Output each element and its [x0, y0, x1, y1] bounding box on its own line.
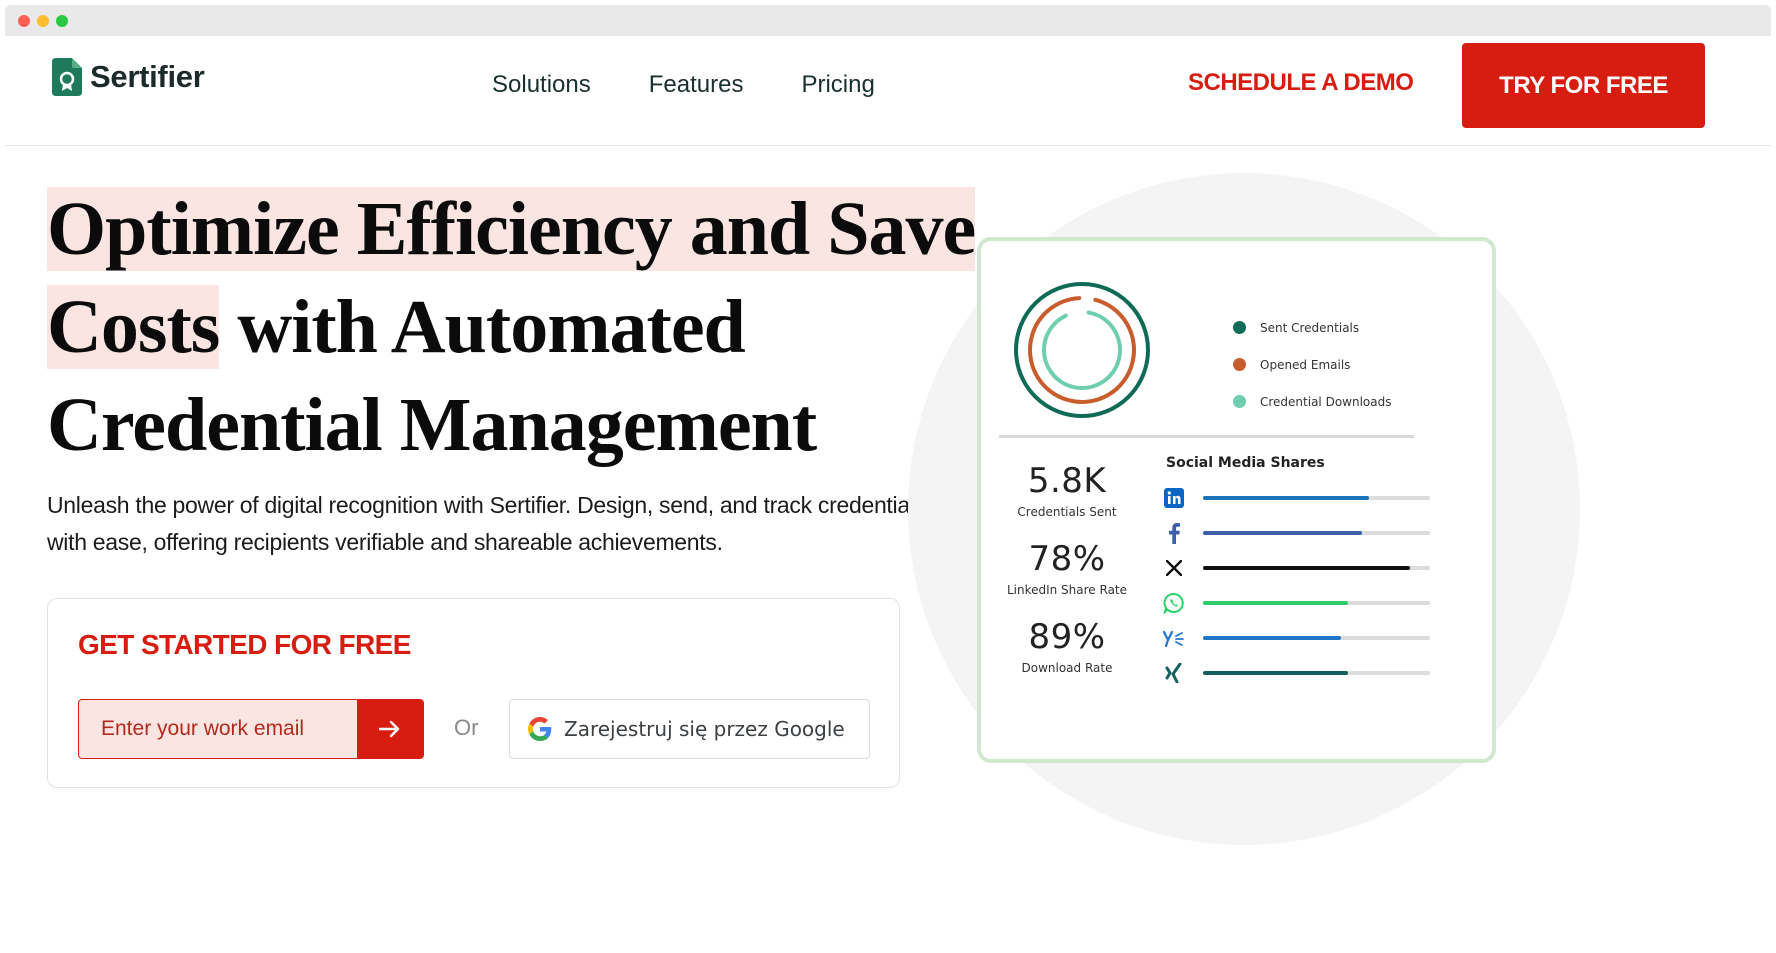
share-bar-track	[1203, 566, 1430, 570]
facebook-icon	[1161, 520, 1187, 546]
hero-subtitle: Unleash the power of digital recognition…	[47, 487, 947, 561]
email-input[interactable]	[79, 700, 359, 758]
chart-legend: Sent Credentials Opened Emails Credentia…	[1233, 309, 1391, 420]
hero-title-line-3: Credential Management	[47, 383, 817, 467]
share-bar-fill	[1203, 636, 1342, 640]
legend-sent-credentials: Sent Credentials	[1233, 309, 1391, 346]
email-form	[78, 699, 424, 759]
legend-opened-emails: Opened Emails	[1233, 346, 1391, 383]
legend-dot	[1233, 321, 1246, 334]
x-icon	[1161, 555, 1187, 581]
stat-credentials-sent: 5.8K Credentials Sent	[987, 461, 1147, 519]
schedule-demo-link[interactable]: SCHEDULE A DEMO	[1188, 69, 1414, 97]
close-window-button[interactable]	[18, 15, 30, 27]
nav-solutions[interactable]: Solutions	[492, 71, 591, 99]
hero-title-line-2: with Automated	[219, 285, 745, 369]
donut-rings-chart	[1014, 282, 1150, 418]
stat-value: 89%	[1028, 617, 1106, 657]
hero-title: Optimize Efficiency and Save Costs with …	[47, 180, 976, 474]
stat-label: LinkedIn Share Rate	[1006, 583, 1128, 597]
nav-features[interactable]: Features	[649, 71, 744, 99]
share-bar-track	[1203, 671, 1430, 675]
google-signup-button[interactable]: Zarejestruj się przez Google	[509, 699, 870, 759]
share-row-xing	[1161, 660, 1441, 686]
try-for-free-button[interactable]: TRY FOR FREE	[1462, 43, 1705, 128]
minimize-window-button[interactable]	[37, 15, 49, 27]
brand-name: Sertifier	[90, 59, 205, 94]
share-bar-track	[1203, 636, 1430, 640]
legend-dot	[1233, 358, 1246, 371]
share-row-yammer	[1161, 625, 1441, 651]
share-row-facebook	[1161, 520, 1441, 546]
google-icon	[528, 717, 552, 741]
legend-label: Opened Emails	[1260, 357, 1351, 372]
share-bar-fill	[1203, 496, 1369, 500]
brand-logo[interactable]: Sertifier	[52, 58, 205, 96]
stat-label: Download Rate	[1021, 661, 1113, 675]
hero-subtitle-line-1: Unleash the power of digital recognition…	[47, 492, 926, 518]
share-bar-fill	[1203, 671, 1349, 675]
share-bar-track	[1203, 601, 1430, 605]
site-header: Sertifier Solutions Features Pricing SCH…	[5, 36, 1771, 146]
share-bar-fill	[1203, 601, 1349, 605]
share-row-whatsapp	[1161, 590, 1441, 616]
google-signup-label: Zarejestruj się przez Google	[564, 717, 845, 741]
legend-dot	[1233, 395, 1246, 408]
legend-credential-downloads: Credential Downloads	[1233, 383, 1391, 420]
xing-icon	[1161, 660, 1187, 686]
opened-emails-ring	[1028, 296, 1136, 404]
certificate-logo-icon	[52, 58, 82, 96]
credential-downloads-ring	[1042, 310, 1122, 390]
share-row-x	[1161, 555, 1441, 581]
hero-title-highlight-1: Optimize Efficiency and Save	[47, 187, 976, 271]
yammer-icon	[1161, 625, 1187, 651]
hero-subtitle-line-2: with ease, offering recipients verifiabl…	[47, 529, 723, 555]
legend-label: Credential Downloads	[1260, 394, 1392, 409]
share-bar-track	[1203, 531, 1430, 535]
or-separator: Or	[454, 715, 479, 740]
social-shares-title: Social Media Shares	[1166, 455, 1325, 471]
linkedin-icon	[1161, 485, 1187, 511]
legend-label: Sent Credentials	[1260, 320, 1360, 335]
window-titlebar	[5, 5, 1771, 36]
dashboard-divider	[999, 435, 1414, 438]
arrow-right-icon	[379, 720, 400, 738]
dashboard-card: Sent Credentials Opened Emails Credentia…	[977, 237, 1496, 763]
email-submit-button[interactable]	[357, 700, 423, 758]
hero-title-highlight-2: Costs	[47, 285, 220, 369]
signup-card: GET STARTED FOR FREE Or Zarejestruj się …	[47, 598, 900, 788]
nav-pricing[interactable]: Pricing	[801, 71, 874, 99]
stat-download-rate: 89% Download Rate	[987, 617, 1147, 675]
share-bar-fill	[1203, 566, 1410, 570]
share-bar-track	[1203, 496, 1430, 500]
stat-value: 78%	[1028, 539, 1106, 579]
share-bar-fill	[1203, 531, 1362, 535]
stat-value: 5.8K	[1027, 461, 1107, 501]
signup-title: GET STARTED FOR FREE	[78, 629, 411, 660]
share-row-linkedin	[1161, 485, 1441, 511]
main-nav: Solutions Features Pricing	[492, 71, 875, 99]
browser-window: Sertifier Solutions Features Pricing SCH…	[5, 5, 1771, 948]
maximize-window-button[interactable]	[56, 15, 68, 27]
whatsapp-icon	[1161, 590, 1187, 616]
stat-label: Credentials Sent	[1017, 505, 1117, 519]
stat-linkedin-share-rate: 78% LinkedIn Share Rate	[987, 539, 1147, 597]
